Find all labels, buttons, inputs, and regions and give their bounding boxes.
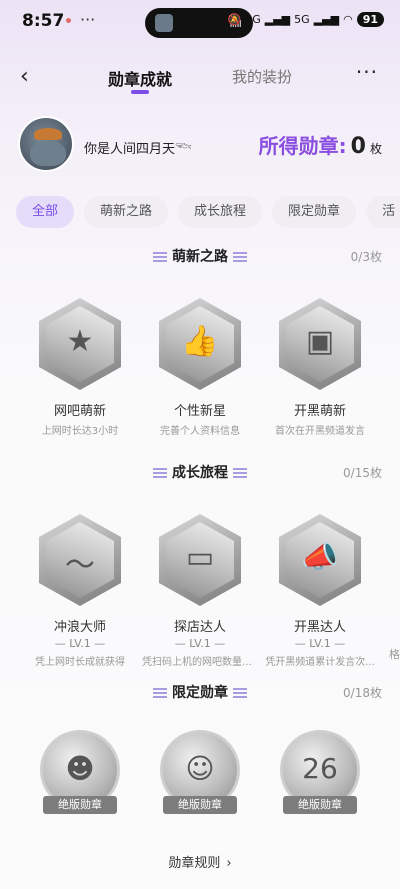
more-icon[interactable]: ···: [356, 60, 378, 84]
user-nickname: 你是人间四月天𓆝: [84, 142, 192, 157]
badge-desc: 凭开黑频道累计发言次...: [265, 657, 375, 668]
network-5g-1: 5G: [245, 13, 261, 26]
badge-name: 开黑达人: [293, 620, 346, 635]
tab-medals[interactable]: 勋章成就: [108, 66, 172, 90]
badge-level: — LV.1 —: [294, 637, 346, 650]
status-more-icon: ···: [80, 10, 96, 29]
back-icon[interactable]: ‹: [20, 64, 29, 89]
badge-desc: 上网时长达3小时: [41, 426, 119, 437]
surf-icon: 〜: [65, 548, 95, 583]
badge-desc: 凭上网时长成就获得: [35, 657, 125, 668]
network-5g-2: 5G: [294, 13, 310, 26]
next-badge-peek: 格: [389, 648, 400, 661]
stripes-icon: [233, 688, 247, 698]
earned-count: 0: [350, 134, 366, 159]
section-count: 0/3枚: [350, 250, 382, 264]
section-count: 0/18枚: [343, 686, 382, 700]
earned-label: 所得勋章:: [258, 134, 347, 158]
badge-card[interactable]: 👍 个性新星 完善个人资料信息: [140, 298, 260, 437]
badge-name: 冲浪大师: [53, 620, 106, 635]
badge-card[interactable]: ☻ 绝版勋章: [20, 730, 140, 816]
badge-name: 个性新星: [173, 404, 226, 419]
badge-name: 开黑萌新: [293, 404, 346, 419]
section-newbie: 萌新之路 0/3枚: [0, 244, 400, 268]
notification-dot-icon: [66, 18, 71, 23]
earned-medals: 所得勋章: 0 枚: [259, 130, 382, 159]
mascot-icon: ☻: [65, 752, 95, 785]
filter-limited[interactable]: 限定勋章: [272, 196, 357, 228]
section-growth: 成长旅程 0/15枚: [0, 460, 400, 484]
filter-newbie[interactable]: 萌新之路: [84, 196, 169, 228]
filter-growth[interactable]: 成长旅程: [178, 196, 263, 228]
section-header: 限定勋章 0/18枚: [0, 680, 400, 704]
battery-icon: 91: [356, 12, 384, 27]
wifi-icon: ◠: [343, 13, 353, 26]
section-count: 0/15枚: [343, 466, 382, 480]
badge-desc: 凭扫码上机的网吧数量获得: [142, 657, 260, 668]
earned-unit: 枚: [369, 142, 382, 156]
media-thumbnail-icon: [155, 14, 173, 32]
badge-ribbon: 绝版勋章: [43, 796, 117, 814]
stripes-icon: [153, 252, 167, 262]
badge-desc: 首次在开黑频道发言: [275, 426, 365, 437]
avatar-creature: [30, 140, 66, 166]
mute-icon: 🔕: [227, 13, 242, 26]
stripes-icon: [153, 688, 167, 698]
filter-chips: 全部 萌新之路 成长旅程 限定勋章 活: [16, 196, 400, 228]
avatar-hat: [34, 128, 62, 140]
badge-card[interactable]: 〜 冲浪大师 — LV.1 — 凭上网时长成就获得: [20, 514, 140, 668]
section-header: 萌新之路 0/3枚: [0, 244, 400, 268]
status-indicators: 🔕 5G ▂▄▆ 5G ▂▄▆ ◠ 91: [228, 12, 384, 27]
star-icon: ★: [66, 324, 94, 359]
section-title: 萌新之路: [172, 249, 228, 265]
thumbs-up-icon: 👍: [181, 324, 219, 359]
avatar[interactable]: [18, 116, 74, 172]
year-2026-icon: 26: [302, 752, 338, 785]
tab-decorations[interactable]: 我的装扮: [232, 66, 292, 87]
badge-card[interactable]: ☺ 绝版勋章: [140, 730, 260, 816]
stripes-icon: [233, 468, 247, 478]
section-limited: 限定勋章 0/18枚: [0, 680, 400, 704]
badge-card[interactable]: ▣ 开黑萌新 首次在开黑频道发言: [260, 298, 380, 437]
stripes-icon: [153, 468, 167, 478]
filter-all[interactable]: 全部: [16, 196, 75, 228]
badge-level: — LV.1 —: [174, 637, 226, 650]
badge-card[interactable]: ▭ 探店达人 — LV.1 — 凭扫码上机的网吧数量获得: [140, 514, 260, 668]
badge-name: 探店达人: [173, 620, 226, 635]
stripes-icon: [233, 252, 247, 262]
badge-ribbon: 绝版勋章: [163, 796, 237, 814]
rules-label: 勋章规则: [168, 856, 221, 871]
tab-indicator: [131, 90, 149, 94]
badge-desc: 完善个人资料信息: [160, 426, 240, 437]
section-title: 限定勋章: [172, 685, 228, 701]
signal-icon-2: ▂▄▆: [313, 13, 340, 26]
section-title: 成长旅程: [172, 465, 228, 481]
status-bar: 8:57 ··· ıılıı 🔕 5G ▂▄▆ 5G ▂▄▆ ◠ 91: [0, 0, 400, 40]
megaphone-icon: 📣: [301, 540, 339, 575]
medal-rules-link[interactable]: 勋章规则 ›: [0, 852, 400, 871]
section-header: 成长旅程 0/15枚: [0, 460, 400, 484]
chevron-right-icon: ›: [226, 856, 232, 871]
badge-card[interactable]: 26 绝版勋章: [260, 730, 380, 816]
badge-card[interactable]: ★ 网吧萌新 上网时长达3小时: [20, 298, 140, 437]
status-time: 8:57: [22, 11, 65, 31]
badge-level: — LV.1 —: [54, 637, 106, 650]
badge-name: 网吧萌新: [53, 404, 106, 419]
monitor-icon: ▭: [185, 540, 215, 575]
robot-icon: ▣: [305, 324, 335, 359]
filter-activity[interactable]: 活: [366, 196, 400, 228]
mascot-clock-icon: ☺: [185, 752, 215, 785]
top-nav: ‹ 勋章成就 我的装扮 ···: [0, 56, 400, 100]
signal-icon: ▂▄▆: [264, 13, 291, 26]
badge-ribbon: 绝版勋章: [283, 796, 357, 814]
badge-card[interactable]: 📣 开黑达人 — LV.1 — 凭开黑频道累计发言次...: [260, 514, 380, 668]
